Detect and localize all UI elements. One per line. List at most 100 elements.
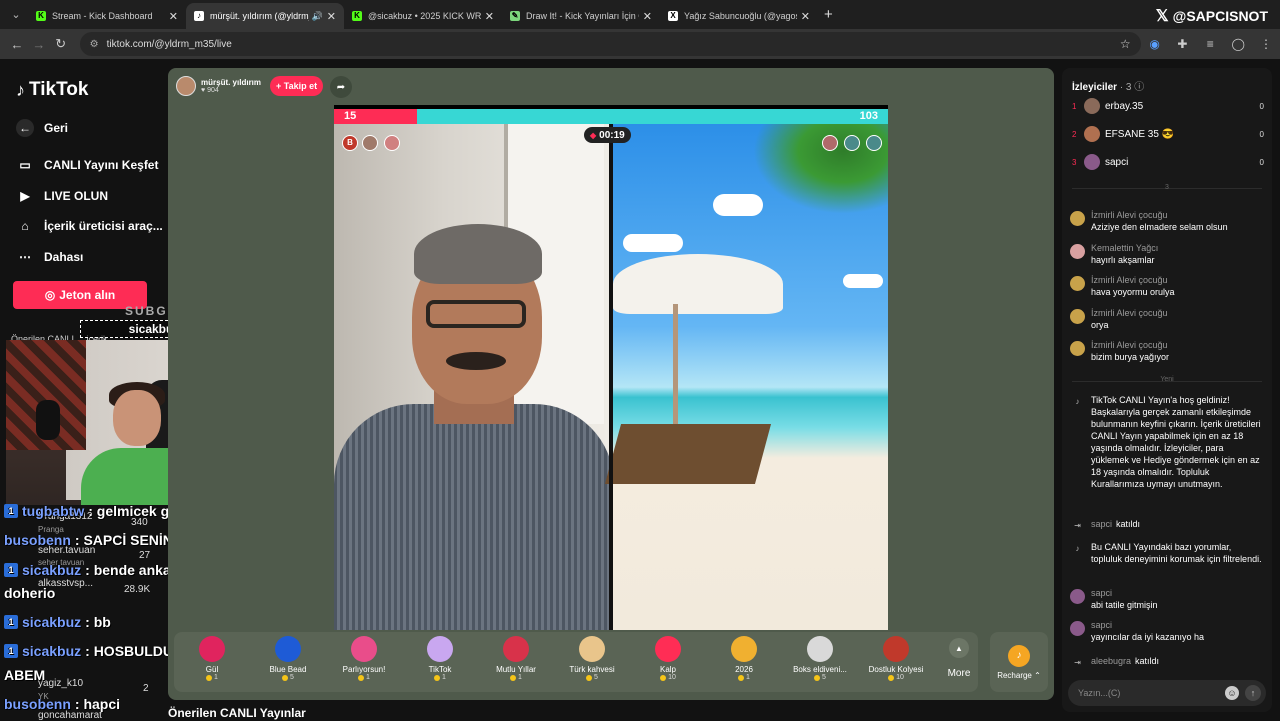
- avatar[interactable]: [1070, 341, 1085, 356]
- viewer-row[interactable]: 3 sapci 0: [1072, 154, 1264, 170]
- opponent-avatar[interactable]: [822, 135, 838, 151]
- sidebar-item-back[interactable]: ← Geri: [16, 119, 68, 137]
- sidebar-item-live-explore[interactable]: ▭ CANLI Yayını Keşfet: [16, 156, 158, 174]
- emoji-icon[interactable]: ☺: [1225, 686, 1239, 700]
- gift-price: 10: [660, 674, 676, 681]
- more-label: More: [947, 668, 971, 679]
- gift-item[interactable]: Gül 1: [174, 636, 250, 690]
- close-tab-icon[interactable]: ✕: [801, 10, 810, 23]
- browser-tab[interactable]: ♪ mürşüt. yıldırım (@yldrm_m🔊 ✕: [186, 3, 344, 29]
- sub-badge-icon: 1: [4, 504, 18, 518]
- kebab-menu-icon[interactable]: ⋮: [1252, 37, 1280, 51]
- new-tab-button[interactable]: +: [824, 6, 833, 23]
- coin-icon: [586, 674, 593, 681]
- recharge-button[interactable]: ♪ Recharge ⌃: [990, 632, 1048, 692]
- overlay-chat-user: tugbabtw: [22, 503, 85, 519]
- speaker-icon[interactable]: 🔊: [312, 11, 323, 22]
- chat-input[interactable]: Yazın...(C) ☺ ↑: [1068, 680, 1266, 706]
- sub-goal-label: SUBG: [125, 304, 168, 318]
- top-gifter-badge[interactable]: B: [342, 135, 358, 151]
- reload-icon[interactable]: ↻: [50, 36, 72, 52]
- gift-price-value: 1: [442, 674, 446, 681]
- sidebar-item-go-live[interactable]: ▶ LIVE OLUN: [16, 187, 108, 205]
- avatar[interactable]: [1070, 589, 1085, 604]
- more-icon: ⋯: [19, 250, 31, 264]
- opponent-gifter-avatar[interactable]: [844, 135, 860, 151]
- join-label: katıldı: [1135, 656, 1160, 666]
- join-user[interactable]: aleebugra: [1091, 656, 1131, 666]
- sidebar-item-more[interactable]: ⋯ Dahası: [16, 248, 83, 266]
- gift-item[interactable]: Türk kahvesi 5: [554, 636, 630, 690]
- media-control-icon[interactable]: ≡: [1196, 37, 1224, 51]
- extension-icon[interactable]: ◉: [1141, 37, 1169, 51]
- chat-username[interactable]: Kemalettin Yağcı: [1091, 242, 1158, 254]
- host-avatar[interactable]: [176, 76, 196, 96]
- send-icon[interactable]: ↑: [1245, 685, 1261, 701]
- left-camera: [334, 124, 614, 630]
- chat-username[interactable]: İzmirli Alevi çocuğu: [1091, 307, 1168, 319]
- coin-icon: [660, 674, 667, 681]
- forward-arrow-icon[interactable]: →: [28, 37, 50, 52]
- live-player[interactable]: mürşüt. yıldırım ♥ 904 + Takip et ➦ 15 1…: [168, 68, 1054, 700]
- tab-search-icon[interactable]: ⌄: [4, 4, 28, 26]
- chat-text: orya: [1091, 319, 1109, 330]
- gift-item[interactable]: Blue Bead 5: [250, 636, 326, 690]
- gift-item[interactable]: Dostluk Kolyesi 10: [858, 636, 934, 690]
- url-bar[interactable]: ⚙ tiktok.com/@yldrm_m35/live ☆: [79, 32, 1141, 56]
- gift-item[interactable]: Parlıyorsun! 1: [326, 636, 402, 690]
- join-user[interactable]: sapci: [1091, 519, 1112, 529]
- host-info[interactable]: mürşüt. yıldırım ♥ 904 + Takip et: [176, 76, 324, 96]
- gifter-avatar[interactable]: [384, 135, 400, 151]
- browser-tab[interactable]: K Stream - Kick Dashboard ✕: [28, 3, 186, 29]
- pk-battle-video[interactable]: 15 103 ◆ 00:19 B: [334, 105, 888, 630]
- avatar[interactable]: [1070, 308, 1085, 324]
- avatar[interactable]: [1070, 243, 1085, 259]
- gift-item[interactable]: 2026 1: [706, 636, 782, 690]
- chat-username[interactable]: sapci: [1091, 587, 1158, 599]
- gift-item[interactable]: TikTok 1: [402, 636, 478, 690]
- gift-item[interactable]: Mutlu Yıllar 1: [478, 636, 554, 690]
- browser-tab[interactable]: K @sicakbuz • 2025 KICK WRAPP ✕: [344, 3, 502, 29]
- back-arrow-icon[interactable]: ←: [6, 37, 28, 52]
- overlay-chat-msg: ABEM: [4, 667, 46, 683]
- gift-item[interactable]: Kalp 10: [630, 636, 706, 690]
- tiktok-logo[interactable]: ♪ TikTok: [16, 79, 88, 101]
- bookmark-star-icon[interactable]: ☆: [1120, 37, 1131, 51]
- browser-tab[interactable]: X Yağız Sabuncuoğlu (@yagosab ✕: [660, 3, 818, 29]
- profile-icon[interactable]: ◯: [1224, 37, 1252, 51]
- chat-username[interactable]: İzmirli Alevi çocuğu: [1091, 339, 1169, 351]
- close-tab-icon[interactable]: ✕: [169, 10, 178, 23]
- puzzle-icon[interactable]: ✚: [1169, 37, 1197, 51]
- chat-username[interactable]: sapci: [1091, 619, 1204, 631]
- info-icon[interactable]: ⓘ: [1134, 82, 1144, 93]
- close-tab-icon[interactable]: ✕: [643, 10, 652, 23]
- close-tab-icon[interactable]: ✕: [485, 10, 494, 23]
- avatar[interactable]: [1070, 211, 1085, 226]
- opponent-gifter-avatar[interactable]: [866, 135, 882, 151]
- chat-username[interactable]: İzmirli Alevi çocuğu: [1091, 274, 1175, 286]
- avatar[interactable]: [1070, 621, 1085, 636]
- follow-button[interactable]: + Takip et: [270, 76, 324, 96]
- gift-price: 1: [738, 674, 750, 681]
- close-tab-icon[interactable]: ✕: [327, 10, 336, 23]
- browser-tab[interactable]: ✎ Draw It! - Kick Yayınları İçin Çizi ✕: [502, 3, 660, 29]
- gift-price: 1: [434, 674, 446, 681]
- avatar: [1084, 126, 1100, 142]
- gift-image: [503, 636, 529, 662]
- viewer-row[interactable]: 1 erbay.35 0: [1072, 98, 1264, 114]
- sidebar-item-creator-tools[interactable]: ⌂ İçerik üreticisi araç...: [16, 217, 162, 235]
- underlay-count: 27: [139, 550, 151, 561]
- more-gifts-button[interactable]: ▲ More: [944, 638, 974, 679]
- host-name[interactable]: mürşüt. yıldırım: [201, 78, 261, 87]
- avatar[interactable]: [1070, 276, 1085, 291]
- gift-name: Dostluk Kolyesi: [868, 665, 924, 674]
- share-icon[interactable]: ➦: [330, 76, 352, 98]
- viewer-rank: 3: [1072, 157, 1077, 167]
- gifter-avatar[interactable]: [362, 135, 378, 151]
- chat-username[interactable]: İzmirli Alevi çocuğu: [1091, 209, 1228, 221]
- gift-price: 1: [206, 674, 218, 681]
- gift-item[interactable]: Boks eldiveni... 5: [782, 636, 858, 690]
- viewer-row[interactable]: 2 EFSANE 35 😎 0: [1072, 126, 1264, 142]
- overlay-chat-user: sicakbuz: [22, 562, 82, 578]
- site-info-icon[interactable]: ⚙: [90, 39, 99, 50]
